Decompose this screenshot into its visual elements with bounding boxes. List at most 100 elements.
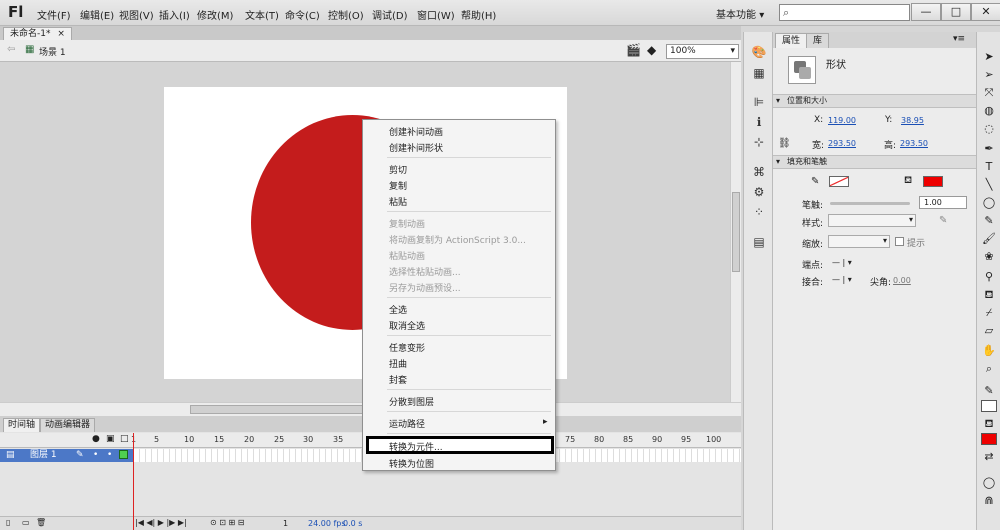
eye-icon[interactable]: ● bbox=[92, 434, 100, 444]
eyedropper-tool-icon[interactable]: ⌿ bbox=[981, 306, 997, 320]
new-folder-icon[interactable]: ▭ bbox=[22, 518, 30, 527]
maximize-button[interactable]: □ bbox=[941, 3, 971, 21]
snap-icon[interactable]: ⋒ bbox=[981, 494, 997, 508]
menu-item-distort[interactable]: 扭曲 bbox=[389, 357, 407, 370]
menu-item-copy[interactable]: 复制 bbox=[389, 179, 407, 192]
menu-text[interactable]: 文本(T) bbox=[245, 7, 279, 22]
panel-menu-icon[interactable]: ▾≡ bbox=[953, 34, 965, 44]
dot-icon[interactable]: • bbox=[107, 449, 112, 461]
stroke-color-swatch[interactable] bbox=[829, 176, 849, 187]
menu-commands[interactable]: 命令(C) bbox=[285, 7, 320, 22]
vertical-scrollbar[interactable] bbox=[730, 62, 741, 402]
fill-color-swatch[interactable] bbox=[923, 176, 943, 187]
swap-colors-icon[interactable]: ⇄ bbox=[981, 450, 997, 464]
dot-icon[interactable]: • bbox=[93, 449, 98, 461]
menu-item-create-motion-tween[interactable]: 创建补间动画 bbox=[389, 125, 443, 138]
cap-select[interactable]: — | ▾ bbox=[832, 258, 852, 267]
swatches-icon[interactable]: ▦ bbox=[751, 65, 767, 81]
menu-view[interactable]: 视图(V) bbox=[119, 7, 154, 22]
tab-library[interactable]: 库 bbox=[806, 33, 830, 48]
info-icon[interactable]: ℹ bbox=[751, 114, 767, 130]
fill-color-icon[interactable]: ⛾ bbox=[981, 417, 997, 431]
help-search-input[interactable]: ⌕ bbox=[779, 4, 910, 21]
line-tool-icon[interactable]: ╲ bbox=[981, 178, 997, 192]
components-icon[interactable]: ⚙ bbox=[751, 184, 767, 200]
menu-file[interactable]: 文件(F) bbox=[37, 7, 71, 22]
selection-tool-icon[interactable]: ➤ bbox=[981, 50, 997, 64]
back-arrow-icon[interactable]: ⇦ bbox=[7, 44, 15, 55]
library-panel-icon[interactable]: ▤ bbox=[751, 234, 767, 250]
bone-tool-icon[interactable]: ⚲ bbox=[981, 270, 997, 284]
miter-value[interactable]: 0.00 bbox=[893, 276, 911, 285]
stroke-style-select[interactable]: ▾ bbox=[828, 214, 916, 227]
transform-icon[interactable]: ⊹ bbox=[751, 134, 767, 150]
tab-properties[interactable]: 属性 bbox=[775, 33, 808, 48]
menu-control[interactable]: 控制(O) bbox=[328, 7, 364, 22]
3d-rotation-tool-icon[interactable]: ◍ bbox=[981, 104, 997, 118]
x-value[interactable]: 119.00 bbox=[828, 116, 856, 125]
onion-skin-icon[interactable]: ⊙ ⊡ ⊞ ⊟ bbox=[210, 518, 244, 527]
section-fill-stroke[interactable]: ▾ 填充和笔触 bbox=[773, 155, 976, 169]
menu-help[interactable]: 帮助(H) bbox=[461, 7, 496, 22]
menu-item-convert-to-symbol[interactable]: 转换为元件... bbox=[389, 440, 443, 453]
document-tab[interactable]: 未命名-1* × bbox=[3, 27, 72, 40]
oval-tool-icon[interactable]: ◯ bbox=[981, 196, 997, 210]
pencil-tool-icon[interactable]: ✎ bbox=[981, 214, 997, 228]
lasso-tool-icon[interactable]: ◌ bbox=[981, 122, 997, 136]
height-value[interactable]: 293.50 bbox=[900, 139, 928, 148]
menu-window[interactable]: 窗口(W) bbox=[417, 7, 455, 22]
stroke-size-slider[interactable] bbox=[830, 202, 910, 205]
join-select[interactable]: — | ▾ bbox=[832, 275, 852, 284]
fps-value[interactable]: 24.00 fps bbox=[308, 519, 346, 528]
tab-timeline[interactable]: 时间轴 bbox=[3, 418, 41, 432]
stroke-color-icon[interactable]: ✎ bbox=[981, 384, 997, 398]
menu-debug[interactable]: 调试(D) bbox=[372, 7, 408, 22]
motion-presets-icon[interactable]: ⁘ bbox=[751, 204, 767, 220]
minimize-button[interactable]: — bbox=[911, 3, 941, 21]
pen-tool-icon[interactable]: ✒ bbox=[981, 142, 997, 156]
menu-item-deselect-all[interactable]: 取消全选 bbox=[389, 319, 425, 332]
align-icon[interactable]: ⊫ bbox=[751, 94, 767, 110]
hand-tool-icon[interactable]: ✋ bbox=[981, 344, 997, 358]
outline-icon[interactable]: □ bbox=[120, 434, 129, 444]
lock-icon[interactable]: ▣ bbox=[106, 434, 115, 444]
menu-item-select-all[interactable]: 全选 bbox=[389, 303, 407, 316]
object-drawing-icon[interactable]: ◯ bbox=[981, 476, 997, 490]
y-value[interactable]: 38.95 bbox=[901, 116, 924, 125]
brush-tool-icon[interactable]: 🖌 bbox=[981, 232, 997, 246]
menu-item-convert-to-bitmap[interactable]: 转换为位图 bbox=[389, 457, 434, 470]
trash-icon[interactable]: 🗑 bbox=[36, 518, 46, 527]
edit-scene-icon[interactable]: 🎬 bbox=[626, 43, 641, 57]
edit-symbols-icon[interactable]: ◆ bbox=[647, 43, 656, 57]
text-tool-icon[interactable]: T bbox=[981, 160, 997, 174]
menu-item-create-shape-tween[interactable]: 创建补间形状 bbox=[389, 141, 443, 154]
menu-item-cut[interactable]: 剪切 bbox=[389, 163, 407, 176]
paint-bucket-tool-icon[interactable]: ⛾ bbox=[981, 288, 997, 302]
fill-color-swatch[interactable] bbox=[981, 433, 997, 445]
menu-item-motion-path[interactable]: 运动路径 bbox=[389, 417, 425, 430]
deco-tool-icon[interactable]: ❀ bbox=[981, 250, 997, 264]
new-layer-icon[interactable]: ▯ bbox=[6, 518, 10, 527]
layer-color-icon[interactable] bbox=[119, 450, 128, 459]
layer-name-cell[interactable]: ▤ 图层 1 ✎ • • bbox=[0, 449, 133, 462]
width-value[interactable]: 293.50 bbox=[828, 139, 856, 148]
zoom-tool-icon[interactable]: ⌕ bbox=[981, 362, 997, 376]
menu-insert[interactable]: 插入(I) bbox=[159, 7, 190, 22]
playhead[interactable] bbox=[133, 433, 134, 530]
close-icon[interactable]: × bbox=[57, 29, 65, 39]
section-position-size[interactable]: ▾ 位置和大小 bbox=[773, 94, 976, 108]
menu-item-envelope[interactable]: 封套 bbox=[389, 373, 407, 386]
code-snippets-icon[interactable]: ⌘ bbox=[751, 164, 767, 180]
menu-item-paste[interactable]: 粘贴 bbox=[389, 195, 407, 208]
menu-item-free-transform[interactable]: 任意变形 bbox=[389, 341, 425, 354]
stroke-color-swatch[interactable] bbox=[981, 400, 997, 412]
playback-controls-icon[interactable]: |◀ ◀| ▶ |▶ ▶| bbox=[135, 518, 187, 527]
color-panel-icon[interactable]: 🎨 bbox=[751, 44, 767, 60]
menu-item-distribute-to-layers[interactable]: 分散到图层 bbox=[389, 395, 434, 408]
menu-edit[interactable]: 编辑(E) bbox=[80, 7, 114, 22]
scroll-thumb[interactable] bbox=[732, 192, 740, 272]
free-transform-tool-icon[interactable]: ⤧ bbox=[981, 86, 997, 100]
stroke-size-input[interactable]: 1.00 bbox=[919, 196, 967, 209]
tab-motion-editor[interactable]: 动画编辑器 bbox=[40, 418, 96, 432]
zoom-select[interactable]: 100% ▾ bbox=[666, 44, 739, 59]
